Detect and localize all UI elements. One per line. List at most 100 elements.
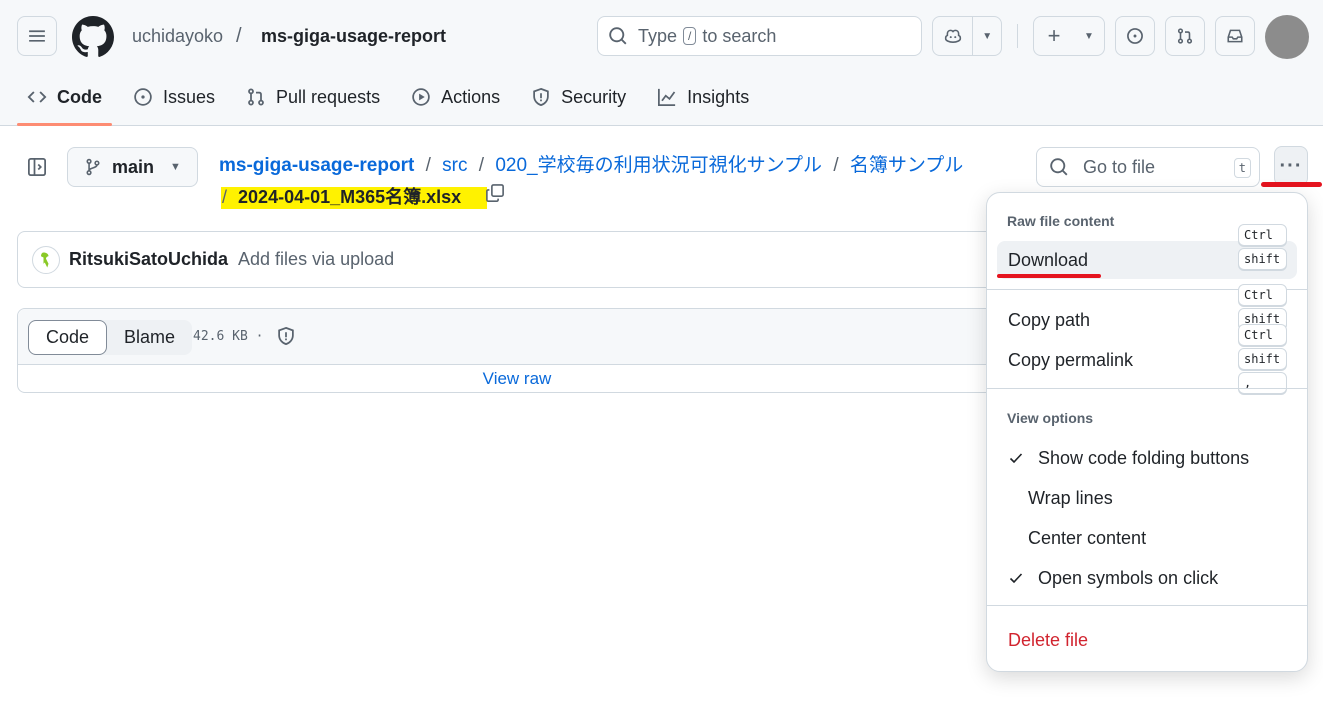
file-viewer: Code Blame 42.6 KB · View raw xyxy=(17,308,1017,393)
three-bars-icon xyxy=(29,30,45,42)
avatar[interactable] xyxy=(32,245,60,274)
copilot-button[interactable] xyxy=(933,17,972,55)
copy-permalink-label: Copy permalink xyxy=(1008,349,1134,370)
commit-message-link[interactable]: Add files via upload xyxy=(238,249,394,270)
copy-icon[interactable] xyxy=(485,183,505,203)
tab-security[interactable]: Security xyxy=(521,70,636,124)
blame-view-button[interactable]: Blame xyxy=(107,320,192,355)
triangle-down-icon: ▼ xyxy=(1084,30,1094,42)
go-to-file-input[interactable]: Go to file t xyxy=(1036,147,1260,187)
open-symbols-label: Open symbols on click xyxy=(1038,567,1219,588)
play-icon xyxy=(412,88,430,106)
create-dropdown-caret[interactable]: ▼ xyxy=(1074,17,1104,55)
breadcrumb-filename-row: / 2024-04-01_M365名簿.xlsx xyxy=(222,183,461,209)
search-input[interactable]: Type / to search xyxy=(597,16,922,56)
check-icon xyxy=(1009,453,1023,464)
user-avatar[interactable] xyxy=(1265,15,1309,59)
sidebar-expand-icon xyxy=(28,158,46,176)
shortcut-key: shift xyxy=(1238,348,1287,370)
go-to-file-placeholder: Go to file xyxy=(1083,156,1156,177)
author-avatar-icon xyxy=(41,252,49,267)
pull-requests-shortcut-button[interactable] xyxy=(1165,16,1205,56)
commit-author-link[interactable]: RitsukiSatoUchida xyxy=(69,249,228,270)
tab-code[interactable]: Code xyxy=(17,70,112,126)
code-blame-toggle: Code Blame xyxy=(28,320,193,355)
more-options-button[interactable]: ··· xyxy=(1274,146,1308,186)
issue-opened-icon xyxy=(1127,28,1143,44)
go-to-file-shortcut: t xyxy=(1233,158,1251,178)
latest-commit-bar: RitsukiSatoUchida Add files via upload xyxy=(17,231,1017,288)
menu-divider xyxy=(987,388,1307,389)
copilot-split-button[interactable]: ▼ xyxy=(932,16,1002,56)
git-branch-icon xyxy=(86,158,100,176)
search-shortcut-key: / xyxy=(683,27,697,45)
plus-icon[interactable]: + xyxy=(1034,17,1074,55)
inbox-icon xyxy=(1227,29,1243,43)
copy-path-label: Copy path xyxy=(1008,309,1091,330)
breadcrumb-repo-link[interactable]: ms-giga-usage-report xyxy=(219,155,414,176)
tab-issues-label: Issues xyxy=(163,86,216,107)
repo-header: uchidayoko / ms-giga-usage-report Type /… xyxy=(0,0,1323,126)
shortcut-key: shift xyxy=(1238,248,1287,270)
inbox-button[interactable] xyxy=(1215,16,1255,56)
triangle-down-icon: ▼ xyxy=(170,161,181,173)
breadcrumb-separator: / xyxy=(833,155,839,176)
copilot-dropdown-button[interactable]: ▼ xyxy=(972,17,1001,55)
tab-actions[interactable]: Actions xyxy=(401,70,510,124)
search-icon xyxy=(609,27,627,45)
expand-file-tree-button[interactable] xyxy=(17,147,57,187)
tab-security-label: Security xyxy=(561,86,627,107)
breadcrumb: ms-giga-usage-report / src / 020_学校毎の利用状… xyxy=(219,150,963,177)
hamburger-menu-button[interactable] xyxy=(17,16,57,56)
issue-opened-icon xyxy=(134,88,152,106)
breadcrumb-separator: / xyxy=(425,155,431,176)
wrap-lines-menu-item[interactable]: Wrap lines xyxy=(997,479,1297,517)
git-pull-request-icon xyxy=(1177,28,1193,44)
wrap-lines-label: Wrap lines xyxy=(1028,487,1113,508)
show-code-folding-menu-item[interactable]: Show code folding buttons xyxy=(997,439,1297,477)
menu-divider xyxy=(987,605,1307,606)
git-pull-request-icon xyxy=(248,88,264,106)
tab-code-label: Code xyxy=(57,86,102,107)
shield-icon[interactable] xyxy=(276,326,296,346)
center-content-label: Center content xyxy=(1028,527,1147,548)
breadcrumb-folder-link[interactable]: 020_学校毎の利用状況可視化サンプル xyxy=(495,155,822,176)
kebab-horizontal-icon: ··· xyxy=(1279,154,1303,177)
branch-name: main xyxy=(112,156,155,177)
download-label: Download xyxy=(1008,249,1089,270)
shortcut-key: Ctrl xyxy=(1238,324,1287,346)
tab-insights[interactable]: Insights xyxy=(647,70,759,124)
tab-pull-requests[interactable]: Pull requests xyxy=(236,70,390,124)
menu-group-view-heading: View options xyxy=(1007,410,1094,426)
triangle-down-icon: ▼ xyxy=(982,30,993,42)
copilot-icon xyxy=(944,29,961,43)
repo-name-link[interactable]: ms-giga-usage-report xyxy=(261,26,446,47)
breadcrumb-separator: / xyxy=(222,187,228,207)
center-content-menu-item[interactable]: Center content xyxy=(997,519,1297,557)
branch-selector[interactable]: main ▼ xyxy=(67,147,198,187)
tab-insights-label: Insights xyxy=(687,86,750,107)
shield-icon xyxy=(533,87,549,107)
code-view-button[interactable]: Code xyxy=(28,320,108,355)
shortcut-key: , xyxy=(1238,372,1287,394)
open-symbols-menu-item[interactable]: Open symbols on click xyxy=(997,559,1297,597)
delete-file-menu-item[interactable]: Delete file xyxy=(997,621,1297,659)
file-size: 42.6 KB · xyxy=(193,329,264,344)
search-icon xyxy=(1050,158,1068,176)
tab-issues[interactable]: Issues xyxy=(123,70,225,124)
delete-file-label: Delete file xyxy=(1008,629,1089,650)
path-separator: / xyxy=(236,25,242,47)
view-raw-link[interactable]: View raw xyxy=(18,369,1016,389)
search-prefix: Type xyxy=(638,25,678,46)
menu-group-raw-heading: Raw file content xyxy=(1007,213,1115,229)
create-new-split-button[interactable]: + ▼ xyxy=(1033,16,1105,56)
red-underline-annotation xyxy=(1261,182,1322,187)
breadcrumb-subfolder-link[interactable]: 名簿サンプル xyxy=(850,155,963,176)
breadcrumb-src-link[interactable]: src xyxy=(442,155,467,176)
tab-pull-requests-label: Pull requests xyxy=(276,86,381,107)
repo-nav-tabs: Code Issues Pull requests Actions Securi… xyxy=(17,70,770,126)
graph-icon xyxy=(658,88,676,106)
issues-shortcut-button[interactable] xyxy=(1115,16,1155,56)
github-logo-icon[interactable] xyxy=(72,16,114,58)
owner-link[interactable]: uchidayoko xyxy=(132,26,223,47)
